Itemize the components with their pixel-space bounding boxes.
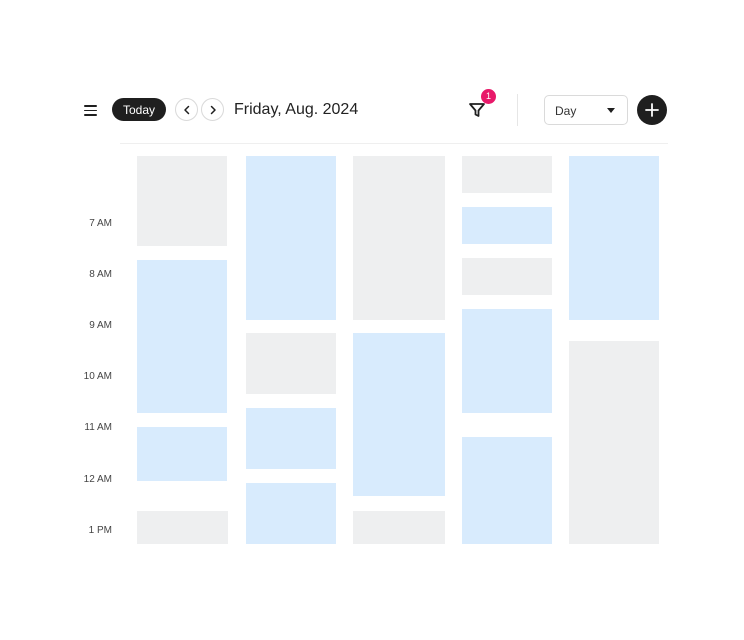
- event-block[interactable]: [137, 156, 227, 246]
- event-block[interactable]: [462, 207, 552, 244]
- event-block[interactable]: [353, 333, 445, 496]
- event-block[interactable]: [353, 156, 445, 320]
- view-select[interactable]: Day: [544, 95, 628, 125]
- page-title: Friday, Aug. 2024: [234, 101, 359, 118]
- time-label: 1 PM: [88, 525, 112, 536]
- toolbar-divider: [517, 94, 518, 126]
- time-axis: 7 AM 8 AM 9 AM 10 AM 11 AM 12 AM 1 PM: [60, 0, 112, 640]
- header-divider: [120, 143, 668, 144]
- plus-icon: [645, 103, 659, 117]
- event-block[interactable]: [462, 437, 552, 544]
- event-block[interactable]: [462, 309, 552, 413]
- event-block[interactable]: [246, 483, 336, 544]
- time-label: 7 AM: [89, 218, 112, 229]
- event-block[interactable]: [137, 260, 227, 413]
- time-label: 8 AM: [89, 269, 112, 280]
- previous-button[interactable]: [175, 98, 198, 121]
- caret-down-icon: [607, 108, 615, 113]
- chevron-right-icon: [210, 105, 216, 114]
- chevron-left-icon: [183, 105, 189, 114]
- add-event-button[interactable]: [637, 95, 667, 125]
- event-block[interactable]: [246, 408, 336, 469]
- event-block[interactable]: [462, 156, 552, 193]
- time-label: 9 AM: [89, 320, 112, 331]
- event-block[interactable]: [246, 333, 336, 394]
- event-block[interactable]: [569, 156, 659, 320]
- event-block[interactable]: [462, 258, 552, 295]
- today-button[interactable]: Today: [112, 98, 166, 121]
- filter-count-badge: 1: [481, 89, 496, 104]
- time-label: 11 AM: [84, 422, 112, 433]
- time-label: 10 AM: [83, 371, 112, 382]
- event-block[interactable]: [137, 511, 228, 544]
- event-block[interactable]: [246, 156, 336, 320]
- time-label: 12 AM: [83, 474, 112, 485]
- event-block[interactable]: [137, 427, 227, 481]
- event-block[interactable]: [569, 341, 659, 544]
- event-block[interactable]: [353, 511, 445, 544]
- next-button[interactable]: [201, 98, 224, 121]
- view-select-value: Day: [555, 104, 577, 118]
